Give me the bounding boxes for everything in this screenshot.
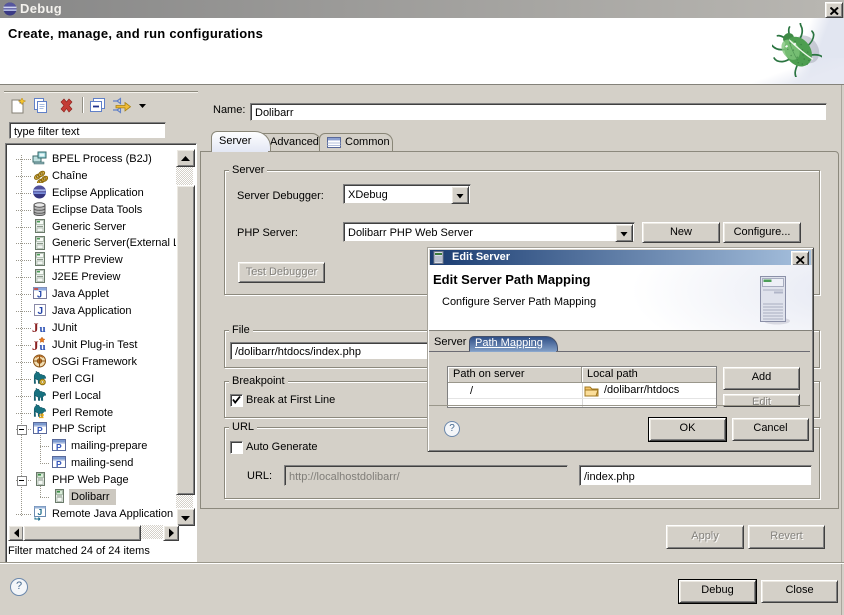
svg-text:J: J <box>37 290 42 300</box>
svg-text:J: J <box>32 320 39 335</box>
svg-text:u: u <box>40 341 46 352</box>
svg-text:P: P <box>56 459 62 469</box>
svg-text:J: J <box>38 306 44 317</box>
svg-text:J: J <box>38 507 43 517</box>
svg-text:u: u <box>40 323 46 335</box>
svg-text:J: J <box>32 338 39 352</box>
svg-text:P: P <box>37 425 43 435</box>
svg-text:P: P <box>56 442 62 452</box>
